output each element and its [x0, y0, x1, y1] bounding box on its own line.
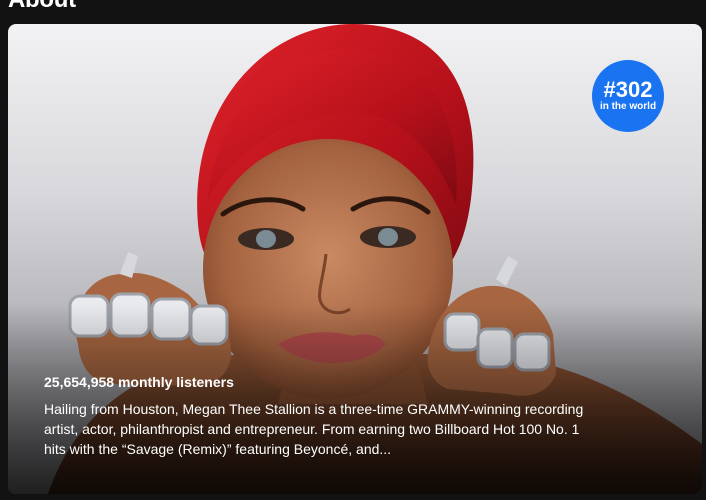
about-section-title: About [8, 0, 76, 14]
rank-number: #302 [603, 77, 653, 102]
rank-caption: in the world [599, 101, 657, 112]
artist-bio[interactable]: Hailing from Houston, Megan Thee Stallio… [44, 399, 584, 459]
world-rank-badge[interactable]: #302 in the world [592, 60, 664, 132]
monthly-listeners: 25,654,958 monthly listeners [44, 374, 234, 390]
about-card[interactable]: #302 in the world 25,654,958 monthly lis… [8, 24, 702, 494]
